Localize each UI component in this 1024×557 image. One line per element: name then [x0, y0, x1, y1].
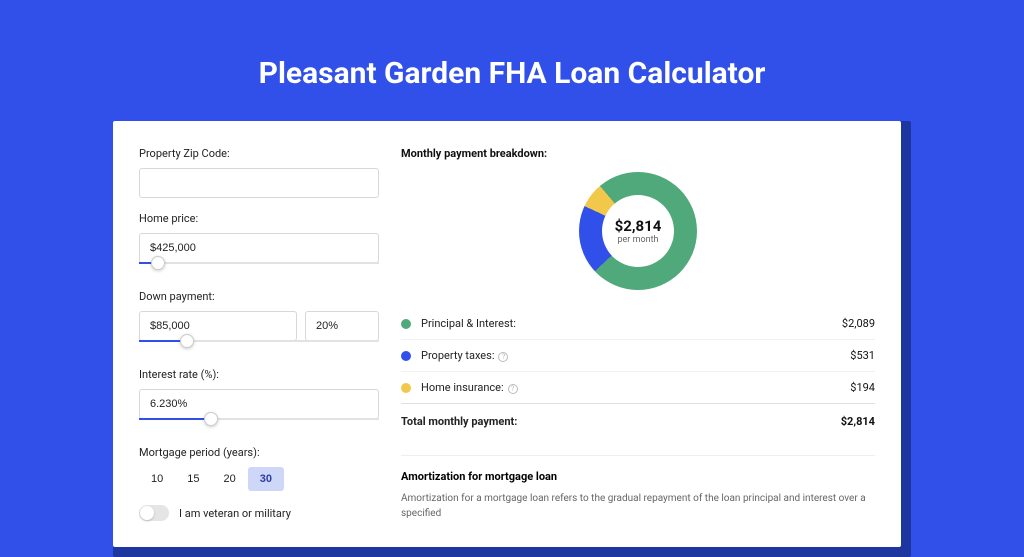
period-option-20[interactable]: 20	[212, 467, 248, 491]
toggle-knob	[140, 506, 154, 520]
breakdown-row-taxes: Property taxes:?$531	[401, 339, 875, 371]
down-payment-group: Down payment:	[139, 290, 379, 354]
period-option-30[interactable]: 30	[248, 467, 284, 491]
period-option-15[interactable]: 15	[175, 467, 211, 491]
breakdown-label-principal: Principal & Interest:	[421, 317, 842, 330]
interest-label: Interest rate (%):	[139, 368, 379, 381]
breakdown-total-value: $2,814	[841, 415, 875, 428]
donut-sub: per month	[617, 235, 658, 245]
form-panel: Property Zip Code: Home price: Down paym…	[139, 147, 379, 521]
breakdown-list: Principal & Interest:$2,089Property taxe…	[401, 308, 875, 403]
down-payment-slider[interactable]	[139, 340, 379, 354]
home-price-slider[interactable]	[139, 262, 379, 276]
breakdown-value-principal: $2,089	[842, 317, 875, 330]
breakdown-title: Monthly payment breakdown:	[401, 147, 875, 160]
insurance-dot-icon	[401, 383, 411, 393]
breakdown-panel: Monthly payment breakdown: $2,814 per mo…	[401, 147, 875, 521]
breakdown-total-label: Total monthly payment:	[401, 415, 841, 428]
zip-input[interactable]	[139, 168, 379, 198]
taxes-dot-icon	[401, 351, 411, 361]
home-price-label: Home price:	[139, 212, 379, 225]
home-price-input[interactable]	[139, 233, 379, 263]
donut-center: $2,814 per month	[602, 195, 674, 267]
zip-label: Property Zip Code:	[139, 147, 379, 160]
page-title: Pleasant Garden FHA Loan Calculator	[0, 56, 1024, 91]
amortization-section: Amortization for mortgage loan Amortizat…	[401, 455, 875, 521]
info-icon[interactable]: ?	[508, 384, 518, 394]
interest-slider[interactable]	[139, 418, 379, 432]
breakdown-value-insurance: $194	[850, 381, 875, 394]
period-options: 10152030	[139, 467, 379, 491]
breakdown-row-insurance: Home insurance:?$194	[401, 371, 875, 403]
period-label: Mortgage period (years):	[139, 446, 379, 459]
breakdown-row-principal: Principal & Interest:$2,089	[401, 308, 875, 339]
veteran-row: I am veteran or military	[139, 505, 379, 521]
interest-input[interactable]	[139, 389, 379, 419]
principal-dot-icon	[401, 319, 411, 329]
down-payment-input[interactable]	[139, 311, 297, 341]
zip-group: Property Zip Code:	[139, 147, 379, 198]
interest-group: Interest rate (%):	[139, 368, 379, 432]
period-group: Mortgage period (years): 10152030	[139, 446, 379, 491]
veteran-toggle[interactable]	[139, 505, 169, 521]
breakdown-label-insurance: Home insurance:?	[421, 381, 850, 394]
info-icon[interactable]: ?	[498, 352, 508, 362]
amortization-text: Amortization for a mortgage loan refers …	[401, 491, 875, 521]
amortization-title: Amortization for mortgage loan	[401, 470, 875, 483]
breakdown-label-taxes: Property taxes:?	[421, 349, 850, 362]
down-payment-pct-input[interactable]	[305, 311, 379, 341]
breakdown-value-taxes: $531	[850, 349, 875, 362]
donut-value: $2,814	[615, 217, 662, 235]
breakdown-total-row: Total monthly payment: $2,814	[401, 403, 875, 437]
period-option-10[interactable]: 10	[139, 467, 175, 491]
donut-wrap: $2,814 per month	[401, 172, 875, 290]
home-price-group: Home price:	[139, 212, 379, 276]
donut-chart: $2,814 per month	[579, 172, 697, 290]
down-payment-label: Down payment:	[139, 290, 379, 303]
veteran-label: I am veteran or military	[179, 507, 291, 520]
calculator-card: Property Zip Code: Home price: Down paym…	[113, 121, 901, 547]
card-shadow: Property Zip Code: Home price: Down paym…	[113, 121, 911, 557]
